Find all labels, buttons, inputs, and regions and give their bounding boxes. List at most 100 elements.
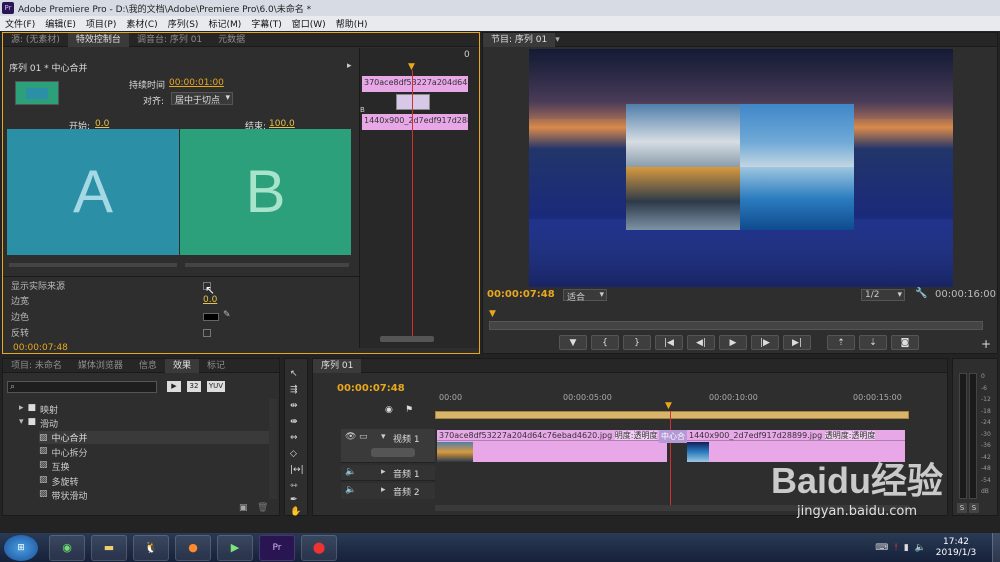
work-area-bar[interactable] bbox=[435, 411, 909, 419]
slide-tool-icon[interactable]: ⇿ bbox=[290, 481, 298, 491]
snap-icon[interactable]: ◉ bbox=[385, 405, 393, 415]
menu-window[interactable]: 窗口(W) bbox=[287, 17, 331, 30]
tree-item-effect[interactable]: ▨ 多旋转 bbox=[39, 475, 79, 488]
lock-icon[interactable]: ▭ bbox=[359, 432, 368, 442]
slip-tool-icon[interactable]: |↔| bbox=[290, 465, 304, 475]
extract-button[interactable]: ⇣ bbox=[859, 335, 887, 350]
step-back-button[interactable]: ◀| bbox=[687, 335, 715, 350]
tab-info[interactable]: 信息 bbox=[131, 359, 165, 373]
menu-sequence[interactable]: 序列(S) bbox=[163, 17, 204, 30]
menu-project[interactable]: 项目(P) bbox=[81, 17, 121, 30]
border-color-swatch[interactable] bbox=[203, 313, 219, 321]
align-select[interactable]: 居中于切点 ▾ bbox=[171, 92, 233, 106]
show-desktop-button[interactable] bbox=[992, 533, 1000, 562]
rate-stretch-tool-icon[interactable]: ⇔ bbox=[290, 433, 298, 443]
mini-clip-a[interactable]: 370ace8df53227a204d64c7 bbox=[362, 76, 468, 92]
tab-markers[interactable]: 标记 bbox=[199, 359, 233, 373]
premiere-icon[interactable]: Pr bbox=[259, 534, 295, 561]
tab-source[interactable]: 源: (无素材) bbox=[3, 33, 68, 47]
keyboard-icon[interactable]: ⌨ bbox=[875, 543, 888, 553]
menu-title[interactable]: 字幕(T) bbox=[246, 17, 287, 30]
add-marker-button[interactable]: ▼ bbox=[559, 335, 587, 350]
menu-marker[interactable]: 标记(M) bbox=[203, 17, 246, 30]
clock[interactable]: 17:42 2019/1/3 bbox=[926, 537, 986, 559]
tab-media-browser[interactable]: 媒体浏览器 bbox=[70, 359, 131, 373]
duration-value[interactable]: 00:00:01:00 bbox=[169, 78, 224, 88]
project-scrollbar[interactable] bbox=[269, 399, 277, 499]
speaker-icon[interactable]: 🔈 bbox=[345, 485, 356, 495]
network-icon[interactable]: ▮ bbox=[904, 543, 909, 553]
selection-tool-icon[interactable]: ↖ bbox=[290, 369, 298, 379]
menu-file[interactable]: 文件(F) bbox=[0, 17, 40, 30]
alert-icon[interactable]: ! bbox=[894, 543, 898, 553]
expand-arrow-icon[interactable]: ▾ bbox=[381, 432, 386, 442]
firefox-icon[interactable]: ● bbox=[175, 534, 211, 561]
tree-item-effect[interactable]: ▨ 带状滑动 bbox=[39, 489, 88, 502]
step-forward-button[interactable]: |▶ bbox=[751, 335, 779, 350]
razor-tool-icon[interactable]: ◇ bbox=[290, 449, 297, 459]
transition-clip[interactable]: 中心合 bbox=[659, 430, 687, 443]
tab-metadata[interactable]: 元数据 bbox=[210, 33, 253, 47]
record-icon[interactable]: ⬤ bbox=[301, 534, 337, 561]
lift-button[interactable]: ⇡ bbox=[827, 335, 855, 350]
expand-arrow-icon[interactable]: ▸ bbox=[381, 485, 386, 495]
mini-transition[interactable] bbox=[396, 94, 430, 110]
timeline-playhead-icon[interactable]: ▼ bbox=[665, 401, 672, 411]
reverse-checkbox[interactable] bbox=[203, 329, 211, 337]
tab-project[interactable]: 项目: 未命名 bbox=[3, 359, 70, 373]
expand-arrow-icon[interactable]: ▸ bbox=[381, 467, 386, 477]
keyframe-toggle[interactable] bbox=[371, 448, 415, 457]
start-slider[interactable] bbox=[9, 263, 177, 267]
eye-icon[interactable]: 👁 bbox=[345, 432, 356, 442]
tree-item-effect[interactable]: ▨ 互换 bbox=[39, 460, 70, 473]
trash-icon[interactable]: 🗑 bbox=[257, 503, 268, 513]
play-button[interactable]: ▶ bbox=[719, 335, 747, 350]
mini-clip-b[interactable]: 1440x900_2d7edf917d2889 bbox=[362, 114, 468, 130]
start-value[interactable]: 0.0 bbox=[95, 119, 109, 129]
new-bin-icon[interactable]: ▣ bbox=[239, 503, 248, 513]
wrench-icon[interactable]: 🔧 bbox=[915, 288, 927, 299]
mark-in-button[interactable]: { bbox=[591, 335, 619, 350]
volume-icon[interactable]: 🔈 bbox=[915, 543, 926, 553]
go-to-out-button[interactable]: ▶| bbox=[783, 335, 811, 350]
add-button-icon[interactable]: + bbox=[981, 337, 991, 351]
mini-scrollbar[interactable] bbox=[380, 336, 434, 342]
program-playhead-icon[interactable]: ▼ bbox=[489, 309, 496, 319]
menu-help[interactable]: 帮助(H) bbox=[331, 17, 373, 30]
program-timecode[interactable]: 00:00:07:48 bbox=[487, 289, 555, 300]
expand-arrow-icon[interactable]: ▸ bbox=[347, 61, 352, 71]
menu-edit[interactable]: 编辑(E) bbox=[40, 17, 81, 30]
tree-item-effect[interactable]: ▨ 中心合并 bbox=[39, 431, 269, 444]
quality-select[interactable]: 1/2 ▾ bbox=[861, 289, 905, 301]
badge-32[interactable]: 32 bbox=[187, 381, 201, 392]
eyedropper-icon[interactable]: ✎ bbox=[223, 310, 231, 320]
qq-icon[interactable]: 🐧 bbox=[133, 534, 169, 561]
effects-search-input[interactable]: ⌕ bbox=[7, 381, 157, 393]
folder-icon[interactable]: ▬ bbox=[91, 534, 127, 561]
rolling-edit-tool-icon[interactable]: ⇼ bbox=[290, 417, 298, 427]
end-value[interactable]: 100.0 bbox=[269, 119, 295, 129]
track-select-tool-icon[interactable]: ⇶ bbox=[290, 385, 298, 395]
export-frame-button[interactable]: ◙ bbox=[891, 335, 919, 350]
mark-out-button[interactable]: } bbox=[623, 335, 651, 350]
go-to-in-button[interactable]: |◀ bbox=[655, 335, 683, 350]
tab-effects[interactable]: 效果 bbox=[164, 358, 199, 373]
tab-effect-controls[interactable]: 特效控制台 bbox=[67, 32, 129, 47]
browser-icon[interactable]: ◉ bbox=[49, 534, 85, 561]
menu-clip[interactable]: 素材(C) bbox=[121, 17, 162, 30]
camtasia-icon[interactable]: ▶ bbox=[217, 534, 253, 561]
fit-select[interactable]: 适合 ▾ bbox=[563, 289, 607, 303]
tab-sequence[interactable]: 序列 01 bbox=[313, 358, 362, 373]
speaker-icon[interactable]: 🔈 bbox=[345, 467, 356, 477]
accelerated-icon[interactable]: ▶ bbox=[167, 381, 181, 392]
tab-audio-mixer[interactable]: 调音台: 序列 01 bbox=[129, 33, 210, 47]
program-time-ruler[interactable] bbox=[489, 321, 983, 330]
timeline-timecode[interactable]: 00:00:07:48 bbox=[337, 383, 405, 394]
marker-icon[interactable]: ⚑ bbox=[405, 405, 413, 415]
tree-item-effect[interactable]: ▨ 中心拆分 bbox=[39, 446, 88, 459]
start-button[interactable]: ⊞ bbox=[4, 534, 38, 561]
hand-tool-icon[interactable]: ✋ bbox=[290, 507, 301, 517]
chevron-down-icon[interactable]: ▾ bbox=[555, 35, 560, 45]
pen-tool-icon[interactable]: ✒ bbox=[290, 495, 298, 505]
tree-item-folder[interactable]: ▾ ■ 滑动 bbox=[19, 417, 58, 430]
